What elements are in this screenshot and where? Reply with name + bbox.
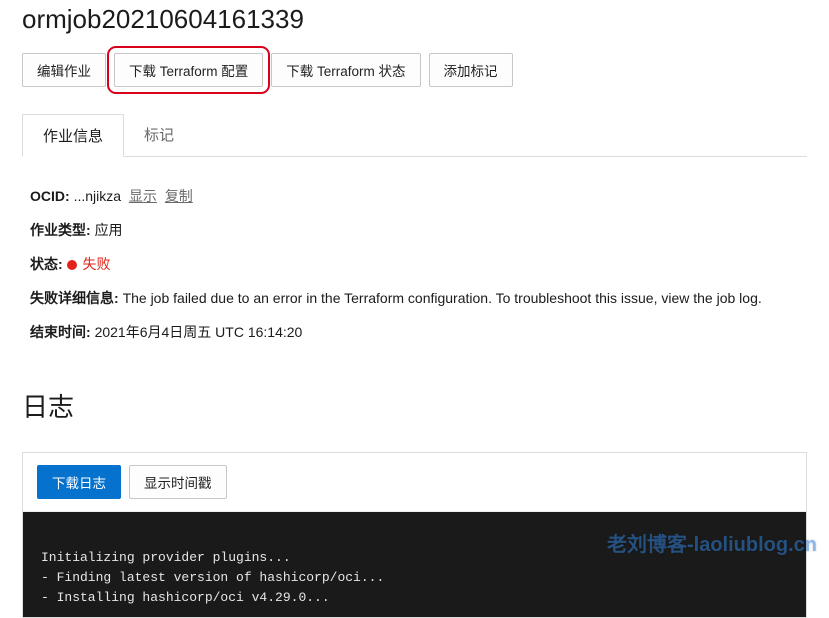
ocid-label: OCID: xyxy=(30,188,70,204)
tab-job-info[interactable]: 作业信息 xyxy=(22,114,124,157)
end-time-label: 结束时间: xyxy=(30,324,91,340)
job-type-label: 作业类型: xyxy=(30,222,91,238)
ocid-copy-link[interactable]: 复制 xyxy=(165,188,193,204)
state-label: 状态: xyxy=(30,256,63,272)
ocid-show-link[interactable]: 显示 xyxy=(129,188,157,204)
add-tag-button[interactable]: 添加标记 xyxy=(429,53,513,87)
fail-detail-label: 失败详细信息: xyxy=(30,290,119,306)
page-title: ormjob20210604161339 xyxy=(22,0,807,53)
download-logs-button[interactable]: 下载日志 xyxy=(37,465,121,499)
state-row: 状态: 失败 xyxy=(30,247,799,281)
fail-detail-value: The job failed due to an error in the Te… xyxy=(123,290,762,306)
action-toolbar: 编辑作业 下载 Terraform 配置 下载 Terraform 状态 添加标… xyxy=(22,53,807,113)
job-type-row: 作业类型: 应用 xyxy=(30,213,799,247)
state-value: 失败 xyxy=(82,256,110,272)
job-type-value: 应用 xyxy=(95,222,123,238)
edit-job-button[interactable]: 编辑作业 xyxy=(22,53,106,87)
ocid-value: ...njikza xyxy=(74,188,121,204)
tab-tags[interactable]: 标记 xyxy=(124,114,194,157)
download-terraform-state-button[interactable]: 下载 Terraform 状态 xyxy=(271,53,420,87)
logs-card: 下载日志 显示时间戳 Initializing provider plugins… xyxy=(22,452,807,618)
ocid-row: OCID: ...njikza 显示 复制 xyxy=(30,179,799,213)
status-dot-icon xyxy=(67,260,77,270)
show-timestamps-button[interactable]: 显示时间戳 xyxy=(129,465,227,499)
end-time-value: 2021年6月4日周五 UTC 16:14:20 xyxy=(95,324,303,340)
tab-bar: 作业信息 标记 xyxy=(22,113,807,157)
job-info-panel: OCID: ...njikza 显示 复制 作业类型: 应用 状态: 失败 失败… xyxy=(22,157,807,377)
log-terminal: Initializing provider plugins... - Findi… xyxy=(23,512,806,617)
download-terraform-config-button[interactable]: 下载 Terraform 配置 xyxy=(114,53,263,87)
logs-toolbar: 下载日志 显示时间戳 xyxy=(23,453,806,512)
fail-detail-row: 失败详细信息: The job failed due to an error i… xyxy=(30,281,799,315)
logs-section-title: 日志 xyxy=(22,377,807,444)
end-time-row: 结束时间: 2021年6月4日周五 UTC 16:14:20 xyxy=(30,315,799,349)
